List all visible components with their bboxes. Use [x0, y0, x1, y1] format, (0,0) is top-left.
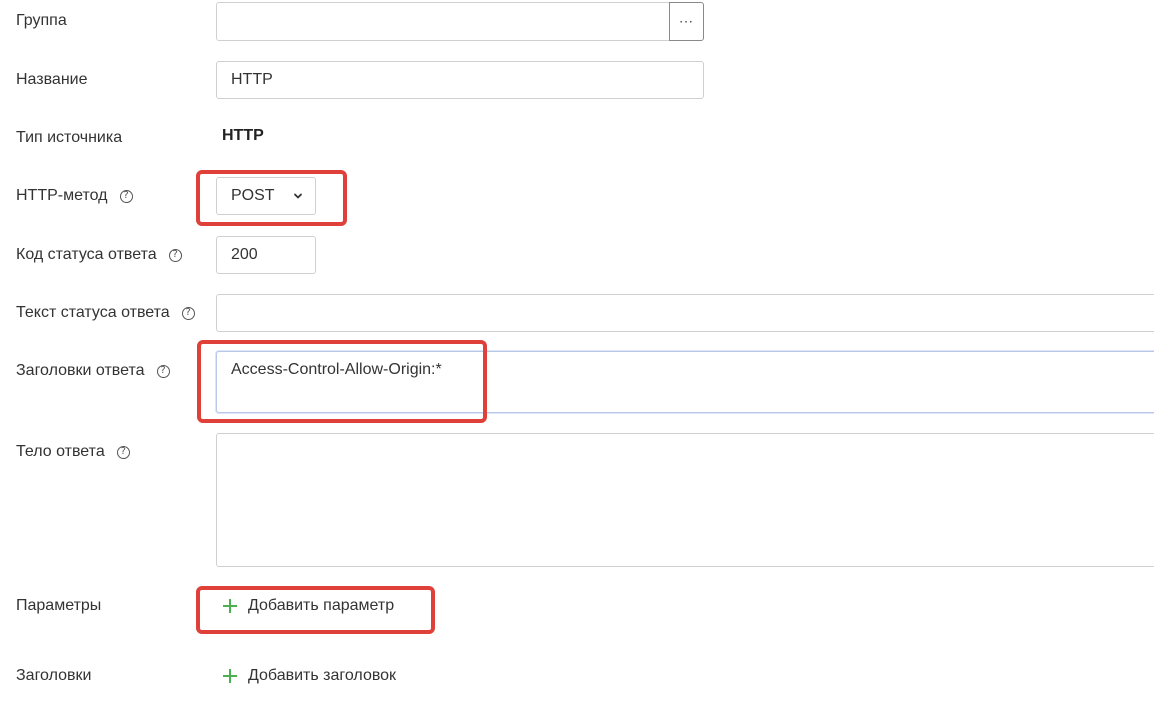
source-type-label: Тип источника	[16, 129, 123, 146]
parameters-label: Параметры	[16, 597, 102, 614]
add-header-button[interactable]: Добавить заголовок	[222, 667, 396, 685]
status-text-input[interactable]	[216, 294, 1154, 332]
group-browse-button[interactable]: ···	[669, 2, 704, 41]
plus-icon	[223, 599, 237, 613]
help-icon[interactable]: ?	[168, 248, 182, 262]
http-method-label: HTTP-метод ?	[16, 186, 133, 206]
source-type-value: HTTP	[222, 127, 264, 144]
help-icon[interactable]: ?	[156, 364, 170, 378]
help-icon[interactable]: ?	[181, 306, 195, 320]
status-code-label: Код статуса ответа ?	[16, 245, 182, 265]
plus-icon	[223, 669, 237, 683]
status-text-label: Текст статуса ответа ?	[16, 303, 195, 323]
chevron-down-icon	[294, 193, 302, 199]
name-label: Название	[16, 71, 88, 88]
response-body-label: Тело ответа ?	[16, 442, 130, 462]
response-body-textarea[interactable]	[216, 433, 1154, 567]
headers-label: Заголовки	[16, 667, 92, 684]
add-parameter-button[interactable]: Добавить параметр	[222, 597, 394, 615]
response-headers-textarea[interactable]: Access-Control-Allow-Origin:*	[216, 351, 1154, 413]
name-input[interactable]: HTTP	[216, 61, 704, 99]
group-label: Группа	[16, 12, 67, 29]
help-icon[interactable]: ?	[116, 445, 130, 459]
http-source-form: Группа ··· Название HTTP Тип источника H…	[0, 0, 1154, 723]
response-headers-label: Заголовки ответа ?	[16, 361, 170, 381]
group-input[interactable]	[216, 2, 670, 41]
help-icon[interactable]: ?	[119, 189, 133, 203]
status-code-input[interactable]: 200	[216, 236, 316, 274]
http-method-select[interactable]: POST	[216, 177, 316, 215]
